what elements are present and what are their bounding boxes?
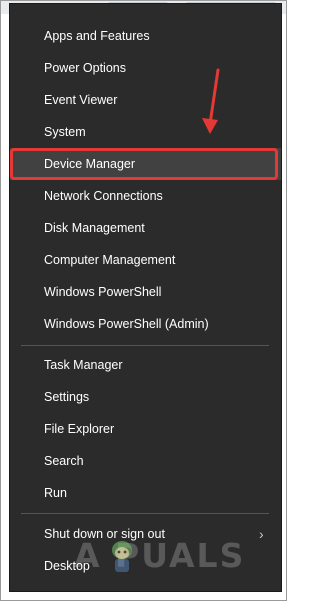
menu-item-label: Windows PowerShell (Admin): [44, 317, 209, 331]
menu-item-search[interactable]: Search: [10, 445, 281, 477]
menu-item-windows-powershell-admin[interactable]: Windows PowerShell (Admin): [10, 308, 281, 340]
menu-item-label: Device Manager: [44, 157, 136, 171]
menu-item-settings[interactable]: Settings: [10, 381, 281, 413]
menu-item-label: Run: [44, 486, 67, 500]
menu-item-label: Apps and Features: [44, 29, 150, 43]
menu-item-apps-and-features[interactable]: Apps and Features: [10, 20, 281, 52]
menu-item-label: Desktop: [44, 559, 90, 573]
menu-item-label: Network Connections: [44, 189, 163, 203]
menu-separator: [21, 513, 269, 514]
menu-item-windows-powershell[interactable]: Windows PowerShell: [10, 276, 281, 308]
menu-item-label: Disk Management: [44, 221, 145, 235]
menu-item-network-connections[interactable]: Network Connections: [10, 180, 281, 212]
menu-item-label: Windows PowerShell: [44, 285, 162, 299]
power-user-menu: Apps and Features Power Options Event Vi…: [10, 4, 281, 591]
arrow-annotation-icon: [202, 68, 220, 134]
menu-item-label: Power Options: [44, 61, 126, 75]
menu-item-disk-management[interactable]: Disk Management: [10, 212, 281, 244]
menu-item-label: System: [44, 125, 86, 139]
menu-item-label: Shut down or sign out: [44, 527, 165, 541]
chevron-right-icon: ›: [259, 526, 264, 542]
menu-item-event-viewer[interactable]: Event Viewer: [10, 84, 281, 116]
menu-item-file-explorer[interactable]: File Explorer: [10, 413, 281, 445]
menu-separator: [21, 345, 269, 346]
menu-item-desktop[interactable]: Desktop: [10, 550, 281, 582]
menu-item-label: File Explorer: [44, 422, 115, 436]
menu-item-system[interactable]: System: [10, 116, 281, 148]
menu-item-label: Task Manager: [44, 358, 123, 372]
menu-item-label: Search: [44, 454, 84, 468]
menu-item-label: Event Viewer: [44, 93, 118, 107]
menu-item-computer-management[interactable]: Computer Management: [10, 244, 281, 276]
menu-item-label: Settings: [44, 390, 90, 404]
menu-item-label: Computer Management: [44, 253, 176, 267]
menu-item-task-manager[interactable]: Task Manager: [10, 349, 281, 381]
menu-item-shut-down-or-sign-out[interactable]: Shut down or sign out ›: [10, 518, 281, 550]
menu-item-device-manager[interactable]: Device Manager: [10, 148, 281, 180]
menu-item-power-options[interactable]: Power Options: [10, 52, 281, 84]
menu-item-run[interactable]: Run: [10, 477, 281, 509]
